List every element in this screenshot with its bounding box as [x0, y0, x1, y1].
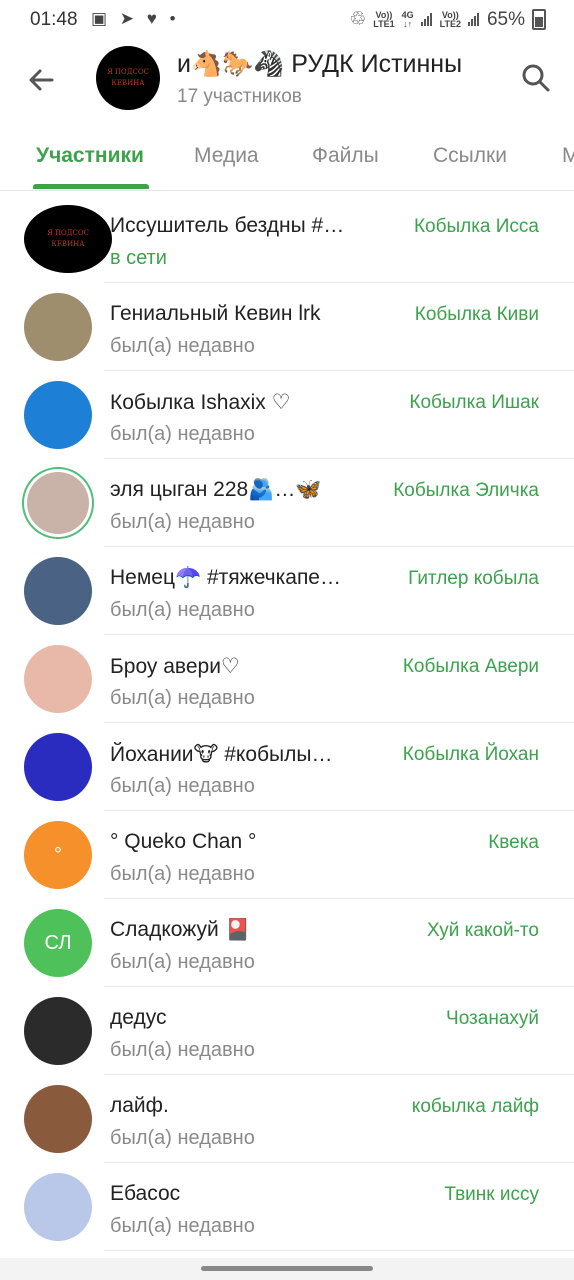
member-status: был(а) недавно	[110, 599, 255, 621]
active-tab-indicator	[33, 184, 149, 189]
avatar[interactable]: СЛ	[24, 909, 92, 977]
member-status: был(а) недавно	[110, 1039, 255, 1061]
member-role: Кобылка Эличка	[393, 480, 539, 501]
avatar[interactable]	[24, 1173, 92, 1241]
status-right: ♲ Vo)) LTE1 4G ↓↑ Vo)) LTE2 65%	[349, 8, 546, 31]
back-button[interactable]	[22, 60, 62, 100]
search-button[interactable]	[518, 60, 554, 96]
battery-percent: 65%	[486, 8, 525, 30]
signal-icon	[420, 13, 433, 26]
avatar[interactable]: Я ПОДСОС КЕВИНА	[24, 205, 112, 273]
member-name: Иссушитель бездны #…	[110, 214, 345, 237]
member-role: Кобылка Киви	[414, 304, 539, 325]
member-name: Гениальный Кевин lrk	[110, 302, 321, 325]
member-role: Гитлер кобыла	[408, 568, 539, 589]
battery-icon	[532, 9, 546, 30]
member-role: Твинк иссу	[444, 1184, 539, 1205]
sim1-indicator: Vo)) LTE1	[373, 9, 395, 29]
group-title[interactable]: и🐴🐎🦓 РУДК Истинны	[177, 50, 507, 79]
member-name: Броу авери♡	[110, 655, 240, 678]
status-bar: 01:48 ▣ ➤ ♥ • ♲ Vo)) LTE1 4G ↓↑ Vo)) LTE2 6…	[0, 0, 574, 40]
member-name: ° Queko Chan °	[110, 830, 257, 853]
member-row[interactable]: Кобылка Ishaxix ♡ был(а) недавно Кобылка…	[0, 371, 574, 459]
member-name: Немец☂️ #тяжечкапе…	[110, 566, 341, 589]
avatar-initials: СЛ	[44, 931, 72, 954]
member-role: Квека	[488, 832, 539, 853]
member-row[interactable]: Йохании🐮 #кобылы… был(а) недавно Кобылка…	[0, 723, 574, 811]
tab-links[interactable]: Ссылки	[433, 144, 507, 168]
member-row[interactable]: лайф. был(а) недавно кобылка лайф	[0, 1075, 574, 1163]
avatar-initials: °	[54, 843, 62, 866]
avatar[interactable]	[24, 1085, 92, 1153]
member-role: Кобылка Ишак	[409, 392, 539, 413]
member-row[interactable]: Немец☂️ #тяжечкапе… был(а) недавно Гитле…	[0, 547, 574, 635]
member-row[interactable]: дедус был(а) недавно Чозанахуй	[0, 987, 574, 1075]
member-status: был(а) недавно	[110, 951, 255, 973]
avatar[interactable]	[24, 293, 92, 361]
tab-members[interactable]: Участники	[36, 144, 144, 168]
avatar-initials: Я ПОДСОС КЕВИНА	[47, 229, 89, 248]
network-indicator: 4G ↓↑	[401, 9, 414, 29]
member-status: был(а) недавно	[110, 1127, 255, 1149]
avatar[interactable]	[24, 557, 92, 625]
avatar[interactable]: °	[24, 821, 92, 889]
member-name: Ебасос	[110, 1182, 181, 1205]
member-status: был(а) недавно	[110, 511, 255, 533]
chat-header: Я ПОДСОС КЕВИНА и🐴🐎🦓 РУДК Истинны 17 уча…	[0, 40, 574, 122]
member-status: в сети	[110, 247, 167, 269]
member-name: Кобылка Ishaxix ♡	[110, 391, 291, 414]
member-status: был(а) недавно	[110, 1215, 255, 1237]
member-status: был(а) недавно	[110, 423, 255, 445]
arrow-left-icon	[29, 69, 54, 91]
gesture-bar	[0, 1258, 574, 1280]
member-row[interactable]: эля цыган 228🫂…🦋 был(а) недавно Кобылка …	[0, 459, 574, 547]
member-status: был(а) недавно	[110, 775, 255, 797]
recycle-icon: ♲	[349, 9, 367, 30]
member-name: Сладкожуй 🎴	[110, 918, 251, 941]
avatar[interactable]	[24, 733, 92, 801]
member-role: Кобылка Авери	[402, 656, 539, 677]
avatar[interactable]	[24, 997, 92, 1065]
status-time: 01:48	[30, 9, 78, 30]
member-row[interactable]: ° ° Queko Chan ° был(а) недавно Квека	[0, 811, 574, 899]
group-avatar[interactable]: Я ПОДСОС КЕВИНА	[96, 46, 160, 110]
member-row[interactable]: Я ПОДСОС КЕВИНА Иссушитель бездны #… в с…	[0, 195, 574, 283]
member-role: Кобылка Исса	[413, 216, 539, 237]
avatar[interactable]	[27, 472, 89, 534]
member-status: был(а) недавно	[110, 335, 255, 357]
search-icon	[522, 64, 550, 92]
member-name: дедус	[110, 1006, 167, 1029]
member-name: Йохании🐮 #кобылы…	[110, 743, 333, 766]
sim2-indicator: Vo)) LTE2	[439, 9, 461, 29]
tab-media[interactable]: Медиа	[194, 144, 259, 168]
member-role: Кобылка Йохан	[402, 744, 539, 765]
notification-icons: ▣ ➤ ♥ •	[91, 9, 180, 28]
member-name: эля цыган 228🫂…🦋	[110, 478, 322, 501]
member-list: Я ПОДСОС КЕВИНА Иссушитель бездны #… в с…	[0, 195, 574, 1251]
member-role: кобылка лайф	[411, 1096, 539, 1117]
divider	[104, 1250, 574, 1251]
home-gesture-handle[interactable]	[201, 1266, 373, 1271]
avatar[interactable]	[24, 645, 92, 713]
member-count: 17 участников	[177, 86, 302, 107]
member-role: Хуй какой-то	[426, 920, 539, 941]
member-role: Чозанахуй	[446, 1008, 539, 1029]
member-name: лайф.	[110, 1094, 169, 1117]
tab-bar: Участники Медиа Файлы Ссылки М	[0, 126, 574, 191]
member-row[interactable]: Гениальный Кевин lrk был(а) недавно Кобы…	[0, 283, 574, 371]
member-status: был(а) недавно	[110, 687, 255, 709]
member-status: был(а) недавно	[110, 863, 255, 885]
member-row[interactable]: СЛ Сладкожуй 🎴 был(а) недавно Хуй какой-…	[0, 899, 574, 987]
member-row[interactable]: Ебасос был(а) недавно Твинк иссу	[0, 1163, 574, 1251]
signal-icon-2	[467, 13, 480, 26]
tab-more[interactable]: М	[562, 144, 574, 168]
avatar[interactable]	[24, 381, 92, 449]
tab-files[interactable]: Файлы	[312, 144, 379, 168]
member-row[interactable]: Броу авери♡ был(а) недавно Кобылка Авери	[0, 635, 574, 723]
